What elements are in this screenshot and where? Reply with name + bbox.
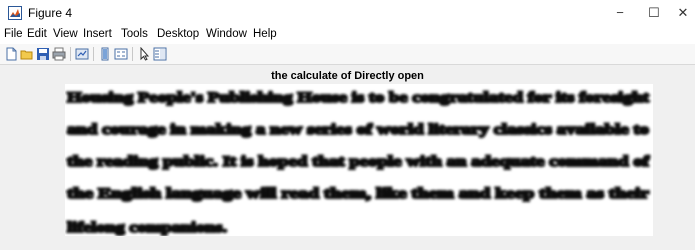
- open-file-icon[interactable]: [20, 47, 34, 61]
- title-bar: Figure 4 − ☐ ✕: [0, 0, 695, 26]
- property-inspector-icon[interactable]: [153, 47, 167, 61]
- menu-help[interactable]: Help: [253, 28, 277, 40]
- menu-file[interactable]: File: [4, 28, 23, 40]
- image-text-line-2: and courage in making a new series of wo…: [67, 122, 649, 138]
- print-icon[interactable]: [52, 47, 66, 61]
- close-button[interactable]: ✕: [666, 0, 695, 26]
- window-title: Figure 4: [28, 6, 73, 20]
- menu-desktop[interactable]: Desktop: [157, 28, 199, 40]
- image-text-line-4: the English language will read them, lik…: [67, 186, 650, 202]
- toolbar-separator: [70, 47, 71, 61]
- image-text-line-3: the reading public. It is hoped that peo…: [67, 154, 649, 170]
- insert-legend-icon[interactable]: [114, 47, 128, 61]
- menu-tools[interactable]: Tools: [121, 28, 148, 40]
- new-figure-icon[interactable]: [4, 47, 18, 61]
- figure-title: the calculate of Directly open: [271, 70, 424, 82]
- link-plot-icon[interactable]: [75, 47, 89, 61]
- image-axes: Housing People's Publishing House is to …: [65, 84, 653, 236]
- menu-edit[interactable]: Edit: [27, 28, 47, 40]
- toolbar-separator: [132, 47, 133, 61]
- image-text-line-5: lifelong companions.: [67, 220, 227, 236]
- menu-view[interactable]: View: [53, 28, 78, 40]
- save-icon[interactable]: [36, 47, 50, 61]
- minimize-button[interactable]: −: [603, 0, 637, 26]
- matlab-figure-icon: [8, 6, 22, 20]
- image-text-line-1: Housing People's Publishing House is to …: [67, 90, 649, 106]
- insert-colorbar-icon[interactable]: [98, 47, 112, 61]
- pointer-icon[interactable]: [137, 47, 151, 61]
- figure-toolbar: [0, 44, 695, 65]
- menu-window[interactable]: Window: [206, 28, 247, 40]
- menu-insert[interactable]: Insert: [83, 28, 112, 40]
- blurred-text-image: Housing People's Publishing House is to …: [65, 84, 653, 236]
- menu-bar: File Edit View Insert Tools Desktop Wind…: [0, 26, 695, 44]
- toolbar-separator: [93, 47, 94, 61]
